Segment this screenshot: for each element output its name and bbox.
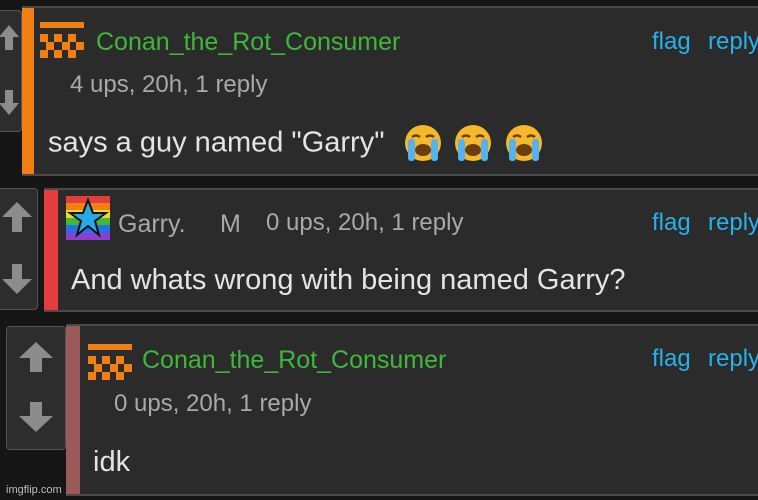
up-arrow-icon (0, 25, 19, 50)
avatar (40, 22, 84, 58)
comment-meta: 0 ups, 20h, 1 reply (114, 390, 312, 417)
down-arrow-icon (19, 402, 53, 432)
upvote-button[interactable] (0, 15, 21, 59)
downvote-button[interactable] (0, 257, 37, 301)
up-arrow-icon (2, 202, 32, 232)
comment-card: Conan_the_Rot_Consumer flag reply 4 ups,… (22, 6, 758, 176)
comment-stripe (22, 8, 34, 174)
reply-link[interactable]: reply (708, 345, 758, 373)
comment-card: Garry. M 0 ups, 20h, 1 reply flag reply … (44, 188, 758, 312)
comment-stripe (66, 326, 80, 494)
avatar (88, 344, 132, 380)
mod-badge: M (220, 210, 241, 238)
comment-meta: 4 ups, 20h, 1 reply (70, 71, 268, 98)
flag-link[interactable]: flag (652, 28, 691, 56)
username[interactable]: Conan_the_Rot_Consumer (96, 28, 400, 57)
comment-card: Conan_the_Rot_Consumer flag reply 0 ups,… (66, 324, 758, 496)
comment-text: idk (93, 446, 131, 478)
down-arrow-icon (2, 264, 32, 294)
upvote-button[interactable] (0, 195, 37, 239)
comment-meta: 0 ups, 20h, 1 reply (266, 209, 464, 236)
downvote-button[interactable] (0, 81, 21, 125)
avatar (66, 196, 110, 240)
comment-text: says a guy named "Garry" (48, 126, 385, 159)
reply-link[interactable]: reply (708, 209, 758, 237)
loudly-crying-face-icon (455, 125, 492, 161)
watermark: imgflip.com (6, 484, 62, 496)
vote-box (0, 188, 38, 310)
comment-body: says a guy named "Garry" (48, 123, 544, 163)
downvote-button[interactable] (7, 395, 65, 439)
username[interactable]: Conan_the_Rot_Consumer (142, 346, 446, 375)
flag-link[interactable]: flag (652, 345, 691, 373)
vote-box (6, 326, 66, 450)
flag-link[interactable]: flag (652, 209, 691, 237)
comment-stripe (44, 190, 58, 310)
upvote-button[interactable] (7, 335, 65, 379)
comment-text: And whats wrong with being named Garry? (71, 264, 626, 296)
vote-box (0, 10, 22, 132)
up-arrow-icon (19, 342, 53, 372)
username[interactable]: Garry. (118, 210, 186, 239)
loudly-crying-face-icon (404, 125, 441, 161)
reply-link[interactable]: reply (708, 28, 758, 56)
down-arrow-icon (0, 90, 19, 115)
loudly-crying-face-icon (505, 125, 542, 161)
